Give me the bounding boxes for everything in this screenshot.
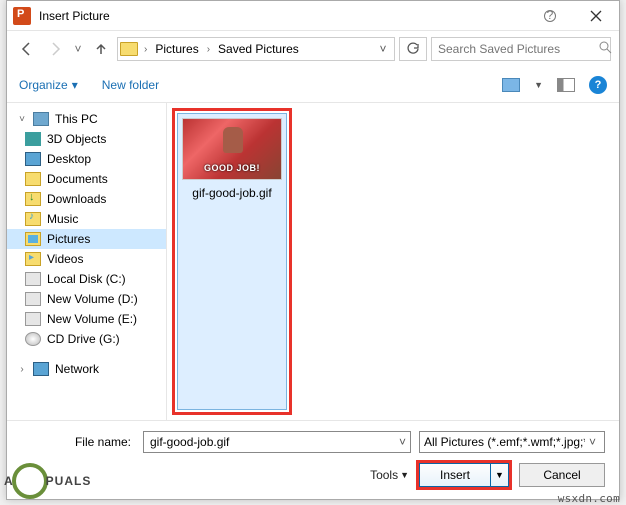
file-name-label: gif-good-job.gif	[182, 186, 282, 200]
tree-item[interactable]: New Volume (D:)	[7, 289, 166, 309]
tree-item[interactable]: Desktop	[7, 149, 166, 169]
preview-pane-button[interactable]	[557, 78, 575, 92]
file-thumbnail: GOOD JOB!	[182, 118, 282, 180]
videos-icon	[25, 252, 41, 266]
tree-item[interactable]: Downloads	[7, 189, 166, 209]
file-item-selected[interactable]: GOOD JOB! gif-good-job.gif	[177, 113, 287, 410]
tree-this-pc[interactable]: ˅This PC	[7, 109, 166, 129]
svg-text:?: ?	[547, 9, 554, 22]
insert-split-button: Insert ▼	[419, 463, 509, 487]
tree-item[interactable]: 3D Objects	[7, 129, 166, 149]
filename-label: File name:	[21, 435, 135, 449]
navigation-pane: ˅This PC 3D Objects Desktop Documents Do…	[7, 103, 167, 420]
command-bar: Organize▾ New folder ▼ ?	[7, 67, 619, 103]
drive-icon	[25, 292, 41, 306]
cd-drive-icon	[25, 332, 41, 346]
breadcrumb-sep-icon: ›	[205, 44, 212, 55]
recent-locations-dropdown[interactable]: ˅	[71, 42, 85, 56]
tree-network[interactable]: ›Network	[7, 359, 166, 379]
insert-button[interactable]: Insert	[419, 463, 491, 487]
thumbnail-caption: GOOD JOB!	[183, 163, 281, 173]
drive-icon	[25, 312, 41, 326]
downloads-icon	[25, 192, 41, 206]
new-folder-button[interactable]: New folder	[102, 78, 159, 92]
address-bar[interactable]: › Pictures › Saved Pictures ˅	[117, 37, 395, 61]
help-button[interactable]: ?	[527, 1, 573, 30]
insert-picture-dialog: Insert Picture ? ˅ › Pictures › Saved Pi…	[6, 0, 620, 500]
breadcrumb-part[interactable]: Pictures	[151, 40, 202, 58]
file-list[interactable]: GOOD JOB! gif-good-job.gif	[167, 103, 619, 420]
desktop-icon	[25, 152, 41, 166]
insert-dropdown-button[interactable]: ▼	[491, 463, 509, 487]
back-button[interactable]	[15, 37, 39, 61]
tree-item[interactable]: Videos	[7, 249, 166, 269]
pictures-library-icon	[120, 42, 138, 56]
organize-menu[interactable]: Organize▾	[19, 78, 78, 92]
tree-item[interactable]: New Volume (E:)	[7, 309, 166, 329]
brand-ring-icon	[12, 463, 48, 499]
chevron-down-icon: ▼	[495, 470, 504, 480]
file-type-filter[interactable]: All Pictures (*.emf;*.wmf;*.jpg;* ˅	[419, 431, 605, 453]
tree-item[interactable]: Local Disk (C:)	[7, 269, 166, 289]
pc-icon	[33, 112, 49, 126]
chevron-down-icon: ▾	[72, 78, 78, 92]
refresh-button[interactable]	[399, 37, 427, 61]
window-title: Insert Picture	[39, 9, 110, 23]
tools-menu[interactable]: Tools ▼	[370, 468, 409, 482]
pictures-icon	[25, 232, 41, 246]
documents-icon	[25, 172, 41, 186]
tree-item[interactable]: Documents	[7, 169, 166, 189]
app-icon	[13, 7, 31, 25]
breadcrumb-part[interactable]: Saved Pictures	[214, 40, 303, 58]
up-button[interactable]	[89, 37, 113, 61]
drive-icon	[25, 272, 41, 286]
tree-item[interactable]: Music	[7, 209, 166, 229]
title-bar: Insert Picture ?	[7, 1, 619, 31]
tree-item-pictures[interactable]: Pictures	[7, 229, 166, 249]
filename-combobox[interactable]: ˅	[143, 431, 411, 453]
forward-button[interactable]	[43, 37, 67, 61]
help-icon[interactable]: ?	[589, 76, 607, 94]
search-icon	[599, 41, 612, 57]
cancel-button[interactable]: Cancel	[519, 463, 605, 487]
search-input[interactable]	[436, 41, 595, 57]
chevron-down-icon[interactable]: ˅	[395, 435, 406, 449]
chevron-down-icon[interactable]: ˅	[585, 435, 600, 449]
close-button[interactable]	[573, 1, 619, 30]
watermark-text: wsxdn.com	[558, 492, 620, 505]
music-icon	[25, 212, 41, 226]
network-icon	[33, 362, 49, 376]
3d-objects-icon	[25, 132, 41, 146]
filename-input[interactable]	[148, 434, 395, 450]
watermark-brand: APUALS	[4, 463, 91, 499]
breadcrumb-sep-icon: ›	[142, 44, 149, 55]
view-options-button[interactable]	[502, 78, 520, 92]
navigation-bar: ˅ › Pictures › Saved Pictures ˅	[7, 31, 619, 67]
address-dropdown-icon[interactable]: ˅	[374, 42, 392, 56]
tree-item[interactable]: CD Drive (G:)	[7, 329, 166, 349]
dialog-footer: File name: ˅ All Pictures (*.emf;*.wmf;*…	[7, 420, 619, 499]
chevron-down-icon: ▼	[400, 470, 409, 480]
chevron-down-icon: ▼	[534, 80, 543, 90]
search-box[interactable]	[431, 37, 611, 61]
